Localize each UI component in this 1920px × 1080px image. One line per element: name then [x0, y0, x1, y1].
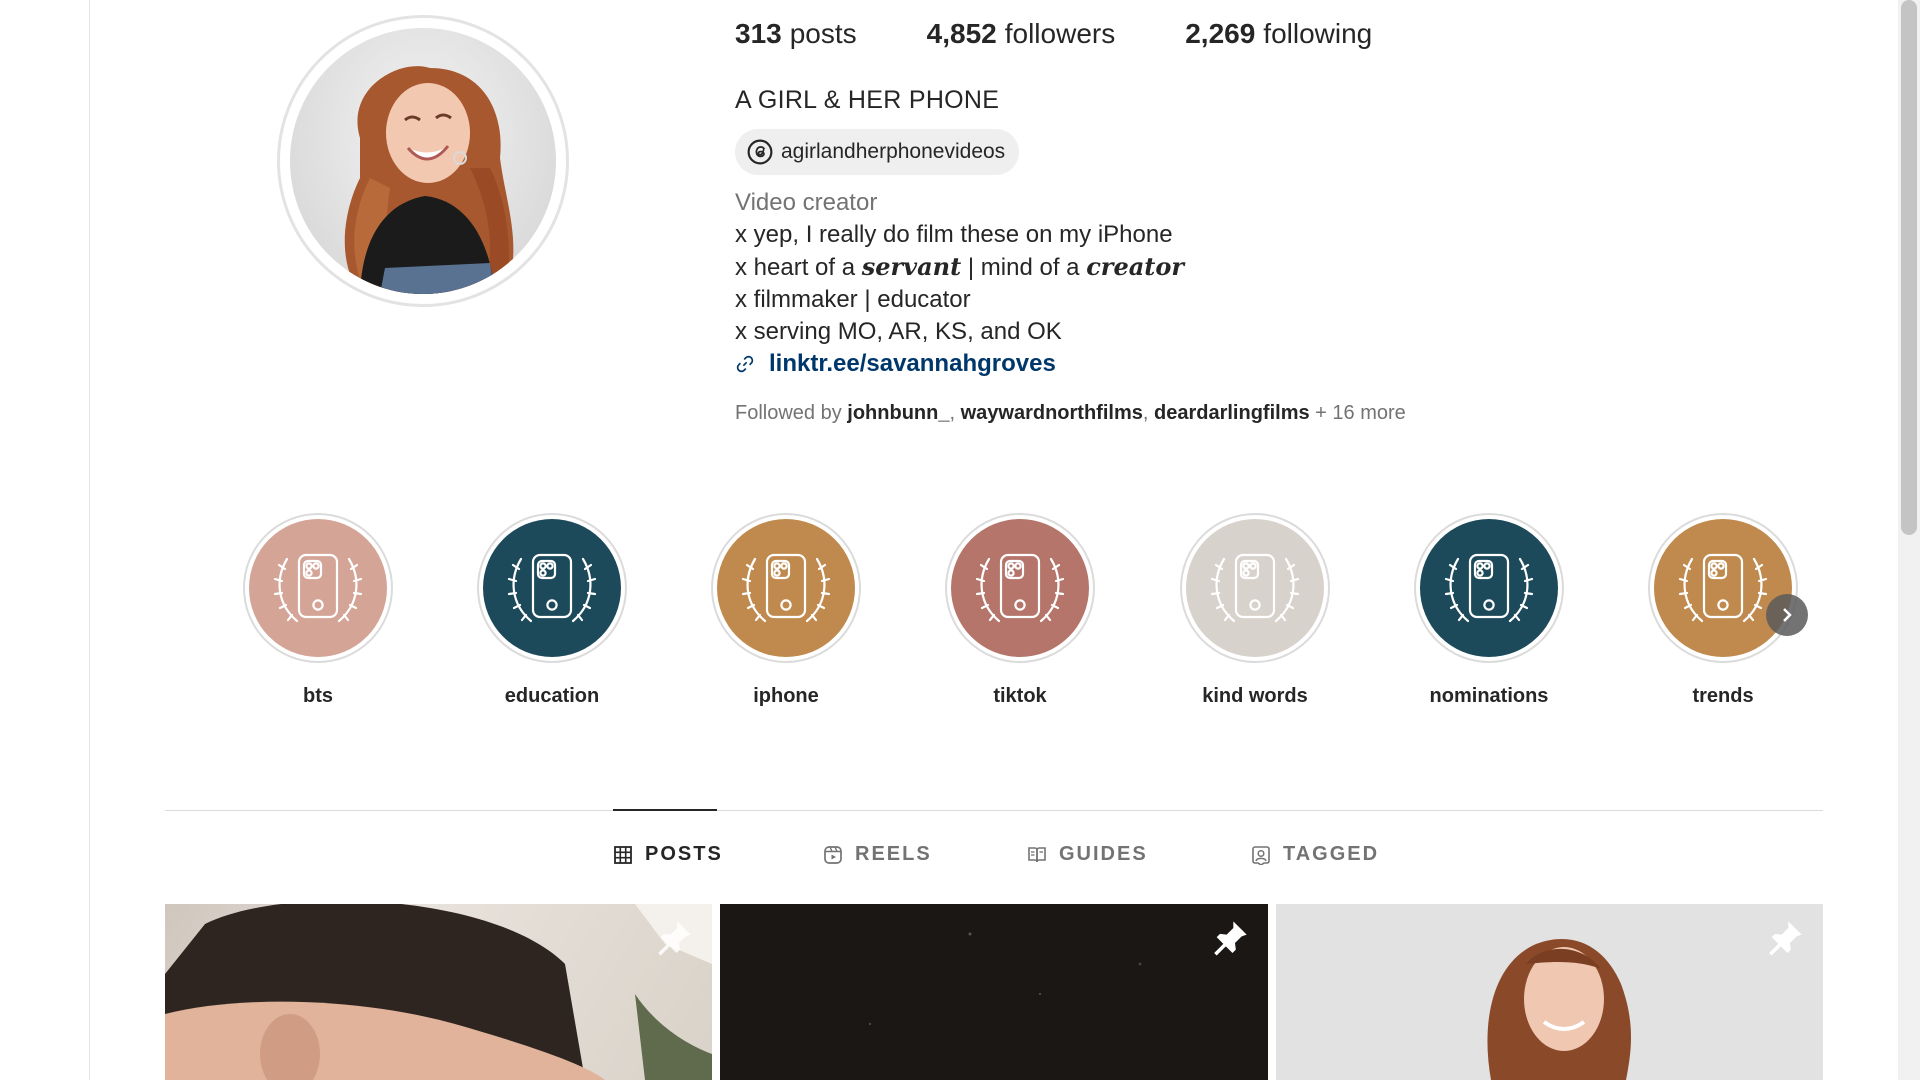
highlight-item[interactable]: nominations [1409, 513, 1569, 708]
tab-tagged-label: TAGGED [1283, 843, 1380, 865]
guides-icon [1028, 846, 1046, 862]
separator: , [1142, 402, 1154, 424]
phone-laurel-icon [1654, 519, 1792, 657]
highlight-item[interactable]: education [472, 513, 632, 708]
phone-laurel-icon [717, 519, 855, 657]
scrollbar[interactable] [1898, 0, 1920, 1080]
tagged-icon [1252, 845, 1270, 865]
phone-laurel-icon [1420, 519, 1558, 657]
post-photo [165, 904, 712, 1080]
highlight-label: iphone [753, 685, 819, 707]
followed-by-account[interactable]: deardarlingfilms [1154, 402, 1310, 424]
bio-line-2-c: | mind of a [961, 254, 1087, 281]
bio-line-2-a: x heart of a [735, 254, 862, 281]
scrollbar-thumb[interactable] [1901, 0, 1917, 535]
profile-category: Video creator [735, 189, 878, 216]
pin-icon [658, 921, 691, 956]
tab-guides-label: GUIDES [1059, 843, 1148, 865]
bio-line-4: x serving MO, AR, KS, and OK [735, 318, 1062, 345]
highlight-cover[interactable] [1648, 513, 1798, 663]
bio-word-servant: servant [861, 252, 962, 281]
stat-following-count: 2,269 [1185, 18, 1256, 49]
post-tile[interactable] [720, 904, 1268, 1080]
highlight-label: kind words [1202, 685, 1308, 707]
stat-posts-label: posts [789, 18, 857, 49]
tab-posts[interactable]: POSTS [613, 843, 723, 866]
followed-by[interactable]: Followed by johnbunn_, waywardnorthfilms… [735, 402, 1406, 425]
phone-laurel-icon [1186, 519, 1324, 657]
highlight-cover[interactable] [477, 513, 627, 663]
profile-bio: Video creator x yep, I really do film th… [735, 187, 1184, 380]
post-tile[interactable] [165, 904, 712, 1080]
tab-guides[interactable]: GUIDES [1027, 843, 1148, 866]
phone-laurel-icon [951, 519, 1089, 657]
avatar-photo [290, 28, 556, 294]
bio-link[interactable]: linktr.ee/savannahgroves [735, 348, 1184, 380]
reels-icon [824, 845, 842, 864]
post-photo [1487, 938, 1631, 1080]
tab-reels-label: REELS [855, 843, 932, 865]
page-left-border [89, 0, 90, 1080]
grid-icon [614, 845, 632, 864]
highlight-cover[interactable] [243, 513, 393, 663]
active-tab-indicator [613, 809, 717, 811]
threads-badge[interactable]: agirlandherphonevideos [735, 129, 1020, 175]
stat-following-label: following [1263, 18, 1373, 49]
followed-by-prefix: Followed by [735, 402, 848, 424]
phone-laurel-icon [483, 519, 621, 657]
bio-line-3: x filmmaker | educator [735, 286, 971, 313]
highlight-label: education [504, 685, 600, 707]
pin-icon [1214, 921, 1247, 956]
highlight-label: trends [1692, 685, 1754, 707]
bio-line-2: x heart of a servant | mind of a creator [735, 251, 1184, 284]
stat-following[interactable]: 2,269 following [1185, 18, 1372, 50]
followed-by-account[interactable]: johnbunn_ [847, 402, 949, 424]
tab-reels[interactable]: REELS [823, 843, 932, 866]
stat-followers-label: followers [1004, 18, 1116, 49]
threads-icon [747, 139, 773, 165]
followed-by-more[interactable]: + 16 more [1310, 402, 1406, 424]
stat-posts: 313 posts [735, 18, 857, 50]
profile-avatar[interactable] [277, 15, 569, 307]
tab-posts-label: POSTS [645, 843, 723, 865]
stat-followers[interactable]: 4,852 followers [927, 18, 1116, 50]
profile-display-name: A GIRL & HER PHONE [735, 86, 1000, 114]
highlights-next-button[interactable] [1766, 594, 1808, 636]
bio-line-1: x yep, I really do film these on my iPho… [735, 221, 1173, 248]
highlight-cover[interactable] [711, 513, 861, 663]
highlight-item[interactable]: iphone [706, 513, 866, 708]
highlight-item[interactable]: bts [238, 513, 398, 708]
pin-icon [1769, 921, 1802, 956]
chevron-right-icon [1783, 608, 1792, 622]
bio-word-creator: creator [1086, 252, 1185, 281]
highlight-cover[interactable] [945, 513, 1095, 663]
highlight-label: bts [303, 685, 333, 707]
tab-tagged[interactable]: TAGGED [1251, 843, 1379, 866]
tabs-divider [165, 810, 1823, 811]
link-icon [736, 355, 754, 373]
highlight-item[interactable]: kind words [1175, 513, 1335, 708]
threads-handle: agirlandherphonevideos [781, 140, 1006, 163]
stat-posts-count: 313 [735, 18, 782, 49]
highlight-item[interactable]: tiktok [940, 513, 1100, 708]
profile-stats: 313 posts 4,852 followers 2,269 followin… [735, 18, 1372, 50]
bio-link-text[interactable]: linktr.ee/savannahgroves [769, 348, 1056, 380]
separator: , [949, 402, 961, 424]
highlight-label: tiktok [993, 685, 1047, 707]
highlight-cover[interactable] [1180, 513, 1330, 663]
highlight-label: nominations [1429, 685, 1549, 707]
phone-laurel-icon [249, 519, 387, 657]
post-photo [868, 932, 1142, 1026]
stat-followers-count: 4,852 [926, 18, 997, 49]
highlight-cover[interactable] [1414, 513, 1564, 663]
followed-by-account[interactable]: waywardnorthfilms [961, 402, 1143, 424]
post-tile[interactable] [1276, 904, 1823, 1080]
